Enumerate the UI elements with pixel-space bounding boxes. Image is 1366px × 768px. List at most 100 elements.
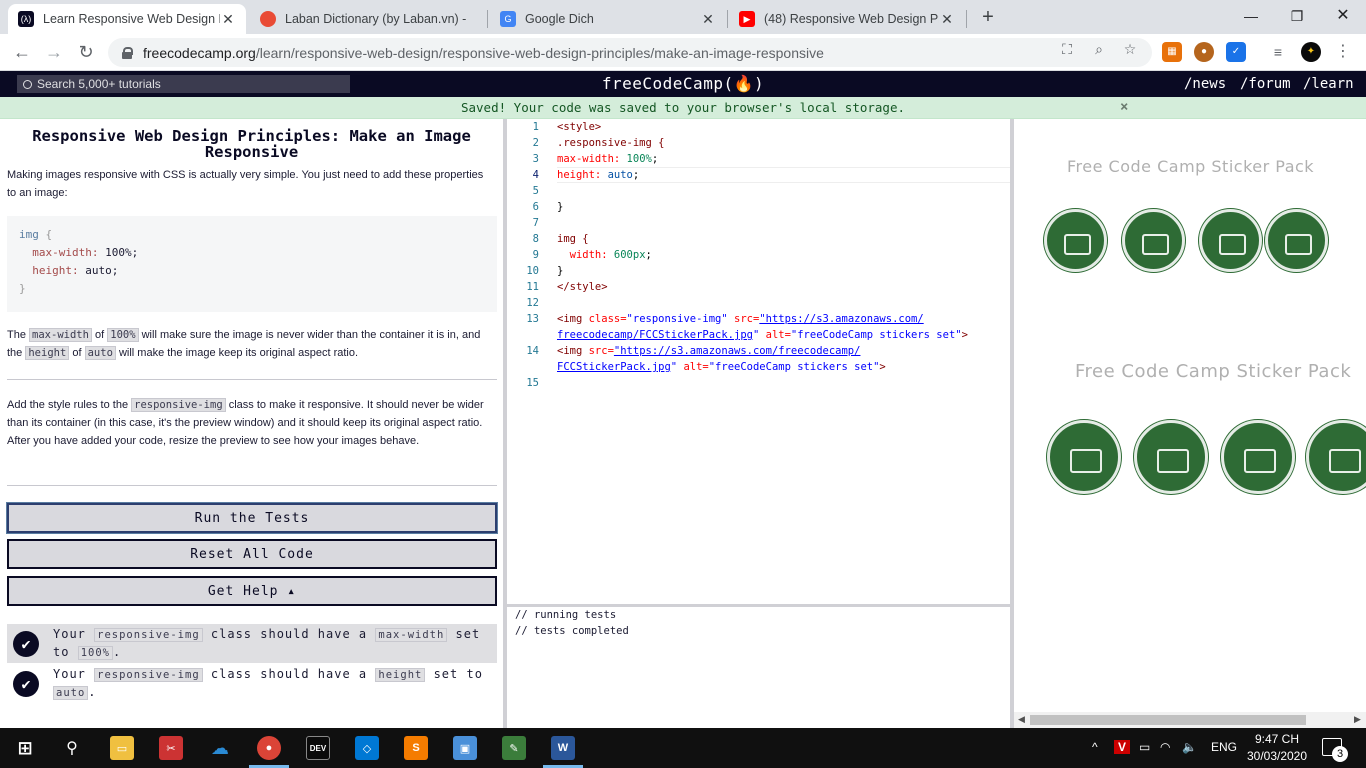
tab-freecodecamp[interactable]: (λ) Learn Responsive Web Design Pr ✕ bbox=[8, 4, 246, 34]
text: The bbox=[7, 329, 26, 341]
code-line: <style> bbox=[557, 121, 602, 133]
tab-title: Laban Dictionary (by Laban.vn) - bbox=[285, 12, 467, 26]
chrome-icon[interactable]: ● bbox=[257, 736, 281, 760]
clock[interactable]: 9:47 CH 30/03/2020 bbox=[1240, 731, 1314, 765]
search-icon[interactable]: ⚲ bbox=[60, 736, 84, 760]
tray-unikey-icon[interactable]: V bbox=[1114, 740, 1130, 754]
inline-code: max-width bbox=[29, 328, 92, 342]
code-property: height: bbox=[32, 264, 79, 277]
code-line: </style> bbox=[557, 281, 608, 293]
tab-title: Google Dich bbox=[525, 12, 594, 26]
dev-to-icon[interactable]: DEV bbox=[306, 736, 330, 760]
forward-icon[interactable]: → bbox=[42, 41, 66, 65]
windows-taskbar: ⊞ ⚲ ▭ ✂ ☁ ● DEV ◇ S ▣ ✎ W ^ V ▭ ◠ 🔈 ENG … bbox=[0, 728, 1366, 768]
tab-laban[interactable]: Laban Dictionary (by Laban.vn) - bbox=[250, 4, 486, 34]
code-brace: { bbox=[45, 228, 53, 241]
zoom-icon[interactable]: ⌕ bbox=[1090, 40, 1108, 58]
scroll-left-icon[interactable]: ◀ bbox=[1018, 714, 1025, 725]
close-tab-icon[interactable]: ✕ bbox=[220, 11, 236, 28]
sublime-text-icon[interactable]: S bbox=[404, 736, 428, 760]
line-number: 3 bbox=[532, 153, 539, 165]
virtualbox-icon[interactable]: ▣ bbox=[453, 736, 477, 760]
minimize-icon[interactable]: — bbox=[1228, 4, 1274, 28]
windows-start-icon[interactable]: ⊞ bbox=[13, 736, 37, 760]
code-brace: } bbox=[19, 282, 26, 295]
preview-pane: Free Code Camp Sticker Pack Free Code Ca… bbox=[1014, 119, 1366, 728]
pocket-extension-icon[interactable]: ✓ bbox=[1226, 42, 1246, 62]
lesson-pane: Responsive Web Design Principles: Make a… bbox=[0, 119, 503, 728]
nav-link-learn[interactable]: /learn bbox=[1303, 76, 1354, 92]
tab-title: (48) Responsive Web Design Prin bbox=[764, 12, 939, 26]
nav-link-news[interactable]: /news bbox=[1184, 76, 1226, 92]
translate-icon[interactable]: ⛶ bbox=[1058, 40, 1076, 58]
tray-chevron-icon[interactable]: ^ bbox=[1092, 740, 1098, 754]
flash-close-icon[interactable]: × bbox=[1120, 97, 1128, 118]
reset-code-button[interactable]: Reset All Code bbox=[7, 539, 497, 569]
line-number: 8 bbox=[532, 233, 539, 245]
close-window-icon[interactable]: ✕ bbox=[1320, 4, 1366, 28]
run-tests-button[interactable]: Run the Tests bbox=[7, 503, 497, 533]
vscode-icon[interactable]: ◇ bbox=[355, 736, 379, 760]
sticker-data-open bbox=[1265, 209, 1328, 272]
code-property: max-width: bbox=[32, 246, 99, 259]
notification-count-badge: 3 bbox=[1332, 746, 1348, 762]
restore-icon[interactable]: ❐ bbox=[1274, 4, 1320, 28]
back-icon[interactable]: ← bbox=[10, 41, 34, 65]
wifi-icon[interactable]: ◠ bbox=[1160, 740, 1170, 754]
check-icon: ✔ bbox=[13, 630, 39, 657]
snipping-tool-icon[interactable]: ✂ bbox=[159, 736, 183, 760]
test-text: Your responsive-img class should have a … bbox=[53, 667, 483, 700]
text: will make the image keep its original as… bbox=[118, 347, 359, 359]
sticker-campersbot bbox=[1047, 420, 1121, 494]
line-number: 11 bbox=[526, 281, 539, 293]
sticker-pack-title: Free Code Camp Sticker Pack bbox=[1075, 361, 1352, 382]
lesson-title: Responsive Web Design Principles: Make a… bbox=[32, 127, 471, 161]
word-icon[interactable]: W bbox=[551, 736, 575, 760]
close-tab-icon[interactable]: ✕ bbox=[939, 11, 955, 28]
code-line: width: 600px; bbox=[557, 249, 652, 261]
sticker-lets-pair bbox=[1221, 420, 1295, 494]
inline-code: responsive-img bbox=[131, 398, 226, 412]
tab-title: Learn Responsive Web Design Pr bbox=[43, 12, 220, 26]
intro-text: Making images responsive with CSS is act… bbox=[7, 169, 484, 199]
clock-date: 30/03/2020 bbox=[1246, 749, 1308, 763]
new-tab-button[interactable]: + bbox=[978, 6, 998, 29]
tab-google-dich[interactable]: G Google Dich ✕ bbox=[490, 4, 726, 34]
search-input[interactable]: Search 5,000+ tutorials bbox=[17, 75, 350, 93]
preview-horizontal-scrollbar[interactable]: ◀ ▶ bbox=[1014, 712, 1366, 728]
console-line: // tests completed bbox=[515, 625, 629, 637]
line-number: 13 bbox=[526, 313, 539, 325]
sticker-lets-pair bbox=[1199, 209, 1262, 272]
scroll-right-icon[interactable]: ▶ bbox=[1354, 714, 1361, 725]
line-number: 6 bbox=[532, 201, 539, 213]
example-code-block: img { max-width: 100%; height: auto; } bbox=[7, 216, 497, 312]
snip-sketch-icon[interactable]: ✎ bbox=[502, 736, 526, 760]
battery-icon[interactable]: ▭ bbox=[1139, 740, 1150, 754]
onedrive-icon[interactable]: ☁ bbox=[208, 736, 232, 760]
scrollbar-thumb[interactable] bbox=[1030, 715, 1306, 725]
google-translate-favicon-icon: G bbox=[500, 11, 516, 27]
address-bar[interactable]: freecodecamp.org/learn/responsive-web-de… bbox=[108, 38, 1152, 67]
close-tab-icon[interactable]: ✕ bbox=[700, 11, 716, 28]
sticker-image-fixed: Free Code Camp Sticker Pack bbox=[1014, 339, 1366, 509]
sticker-campersbot bbox=[1044, 209, 1107, 272]
line-number: 5 bbox=[532, 185, 539, 197]
reload-icon[interactable]: ↻ bbox=[74, 41, 98, 65]
flash-text: Saved! Your code was saved to your brows… bbox=[460, 100, 905, 115]
get-help-button[interactable]: Get Help ▴ bbox=[7, 576, 497, 606]
tab-youtube[interactable]: ▶ (48) Responsive Web Design Prin ✕ bbox=[729, 4, 965, 34]
nav-link-forum[interactable]: /forum bbox=[1240, 76, 1291, 92]
bookmark-star-icon[interactable]: ☆ bbox=[1121, 40, 1139, 58]
profile-avatar[interactable]: ✦ bbox=[1301, 42, 1321, 62]
chrome-menu-icon[interactable]: ⋮ bbox=[1333, 42, 1353, 62]
cookie-extension-icon[interactable]: ● bbox=[1194, 42, 1214, 62]
media-control-icon[interactable]: ≡ bbox=[1268, 42, 1288, 62]
volume-icon[interactable]: 🔈 bbox=[1182, 740, 1197, 754]
calendar-extension-icon[interactable]: ▦ bbox=[1162, 42, 1182, 62]
test-console: // running tests // tests completed bbox=[507, 607, 1010, 728]
test-result-2: ✔ Your responsive-img class should have … bbox=[7, 667, 497, 700]
language-indicator[interactable]: ENG bbox=[1211, 740, 1237, 754]
code-editor[interactable]: 1 2 3 4 5 6 7 8 9 10 11 12 13 14 15 <sty… bbox=[507, 119, 1010, 604]
file-explorer-icon[interactable]: ▭ bbox=[110, 736, 134, 760]
code-line: img { bbox=[557, 233, 589, 245]
